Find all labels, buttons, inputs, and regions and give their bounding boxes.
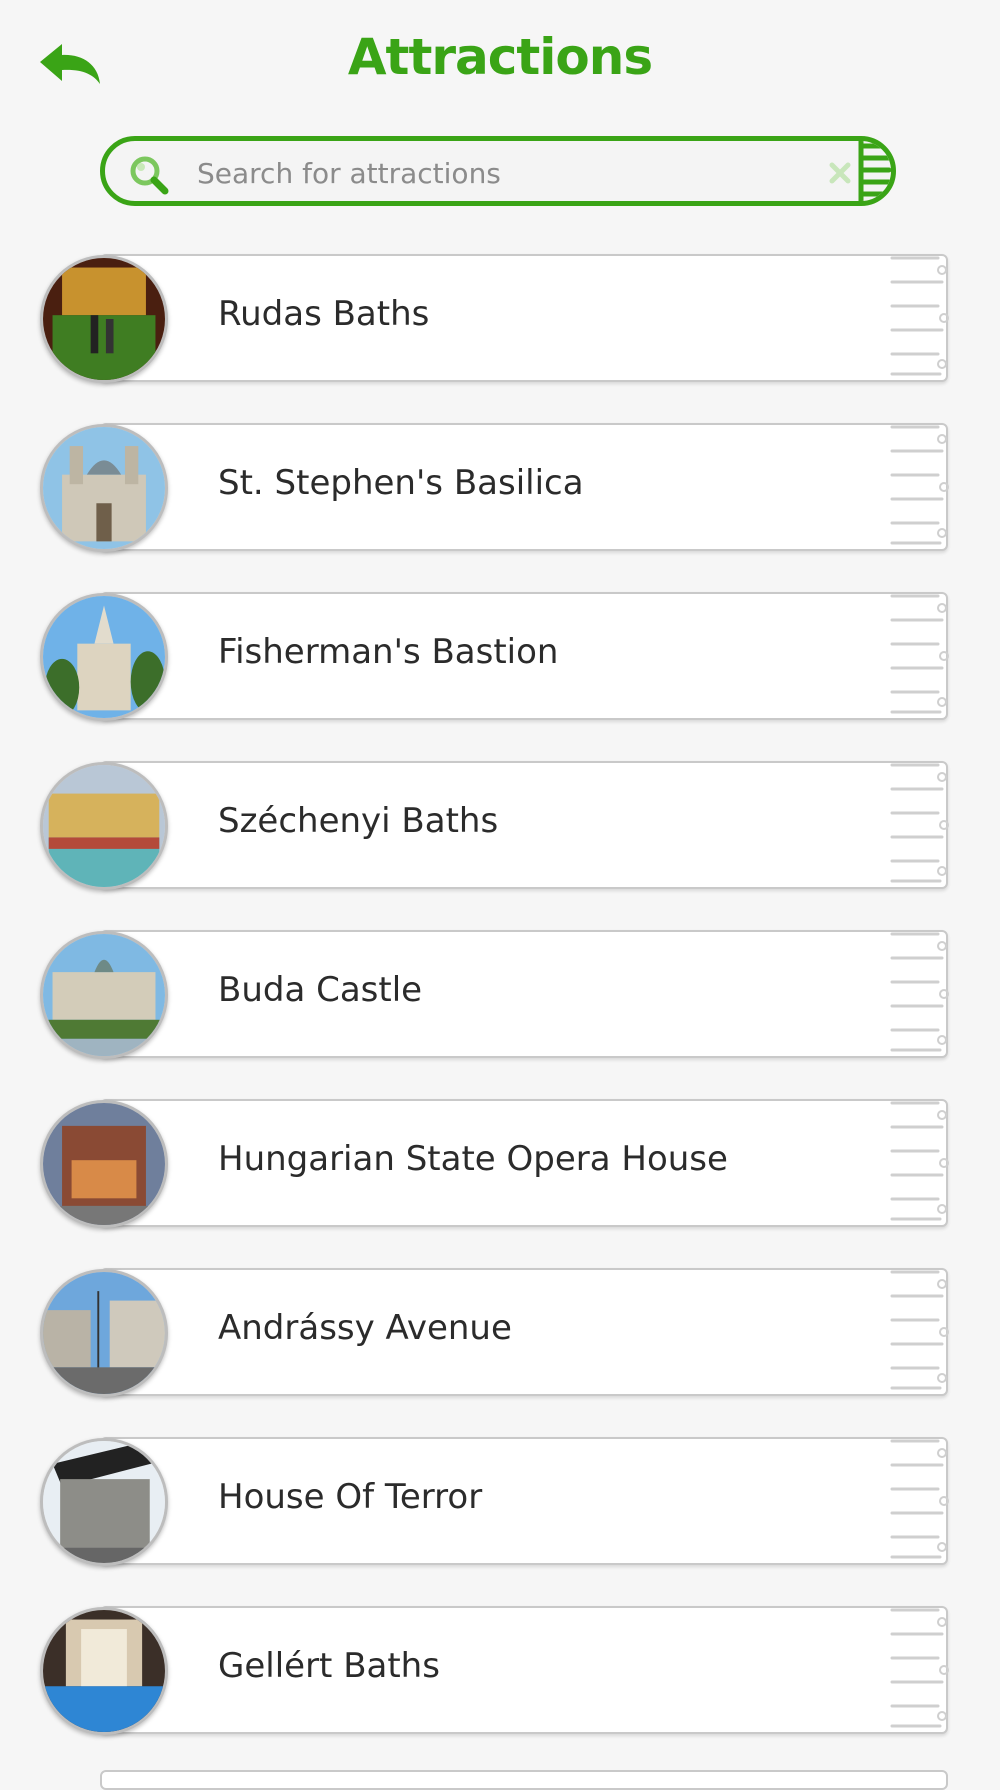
basilica-photo (40, 424, 168, 552)
castle-photo (40, 931, 168, 1059)
list-item[interactable]: House Of Terror (40, 1437, 952, 1569)
list-item[interactable]: Buda Castle (40, 930, 952, 1062)
list-item-label: Széchenyi Baths (218, 801, 499, 841)
list-item[interactable]: Hungarian State Opera House (40, 1099, 952, 1231)
search-bar[interactable] (100, 136, 896, 206)
list-item-label: Buda Castle (218, 970, 423, 1010)
search-decoration (858, 141, 891, 201)
list-item[interactable]: Gellért Baths (40, 1606, 952, 1738)
header-bar: Attractions (0, 0, 1000, 125)
clear-x-icon[interactable] (827, 160, 853, 186)
bath-hall-photo (40, 255, 168, 383)
outdoor-bath-photo (40, 762, 168, 890)
squiggle-decoration (890, 1439, 949, 1559)
list-item[interactable]: Széchenyi Baths (40, 761, 952, 893)
page-title: Attractions (347, 28, 653, 86)
avenue-photo (40, 1269, 168, 1397)
list-item[interactable]: Fisherman's Bastion (40, 592, 952, 724)
opera-house-photo (40, 1100, 168, 1228)
terror-house-photo (40, 1438, 168, 1566)
squiggle-decoration (890, 425, 949, 545)
squiggle-decoration (890, 594, 949, 714)
squiggle-decoration (890, 1608, 949, 1728)
squiggle-decoration (890, 1101, 949, 1221)
list-item-label: House Of Terror (218, 1477, 483, 1517)
list-item-label: Andrássy Avenue (218, 1308, 512, 1348)
squiggle-decoration (890, 932, 949, 1052)
squiggle-decoration (890, 763, 949, 883)
magnifier-icon (130, 156, 169, 195)
list-item-label: St. Stephen's Basilica (218, 463, 584, 503)
list-item-label: Hungarian State Opera House (218, 1139, 728, 1179)
list-item-label: Fisherman's Bastion (218, 632, 559, 672)
list-item-label: Rudas Baths (218, 294, 430, 334)
list-item[interactable]: Rudas Baths (40, 254, 952, 386)
list-item[interactable]: Andrássy Avenue (40, 1268, 952, 1400)
squiggle-decoration (890, 1270, 949, 1390)
list-item[interactable]: St. Stephen's Basilica (40, 423, 952, 555)
next-list-item-partial (100, 1770, 948, 1790)
bastion-photo (40, 593, 168, 721)
squiggle-decoration (890, 256, 949, 376)
list-item-label: Gellért Baths (218, 1646, 440, 1686)
search-input[interactable] (195, 149, 719, 197)
indoor-pool-photo (40, 1607, 168, 1735)
